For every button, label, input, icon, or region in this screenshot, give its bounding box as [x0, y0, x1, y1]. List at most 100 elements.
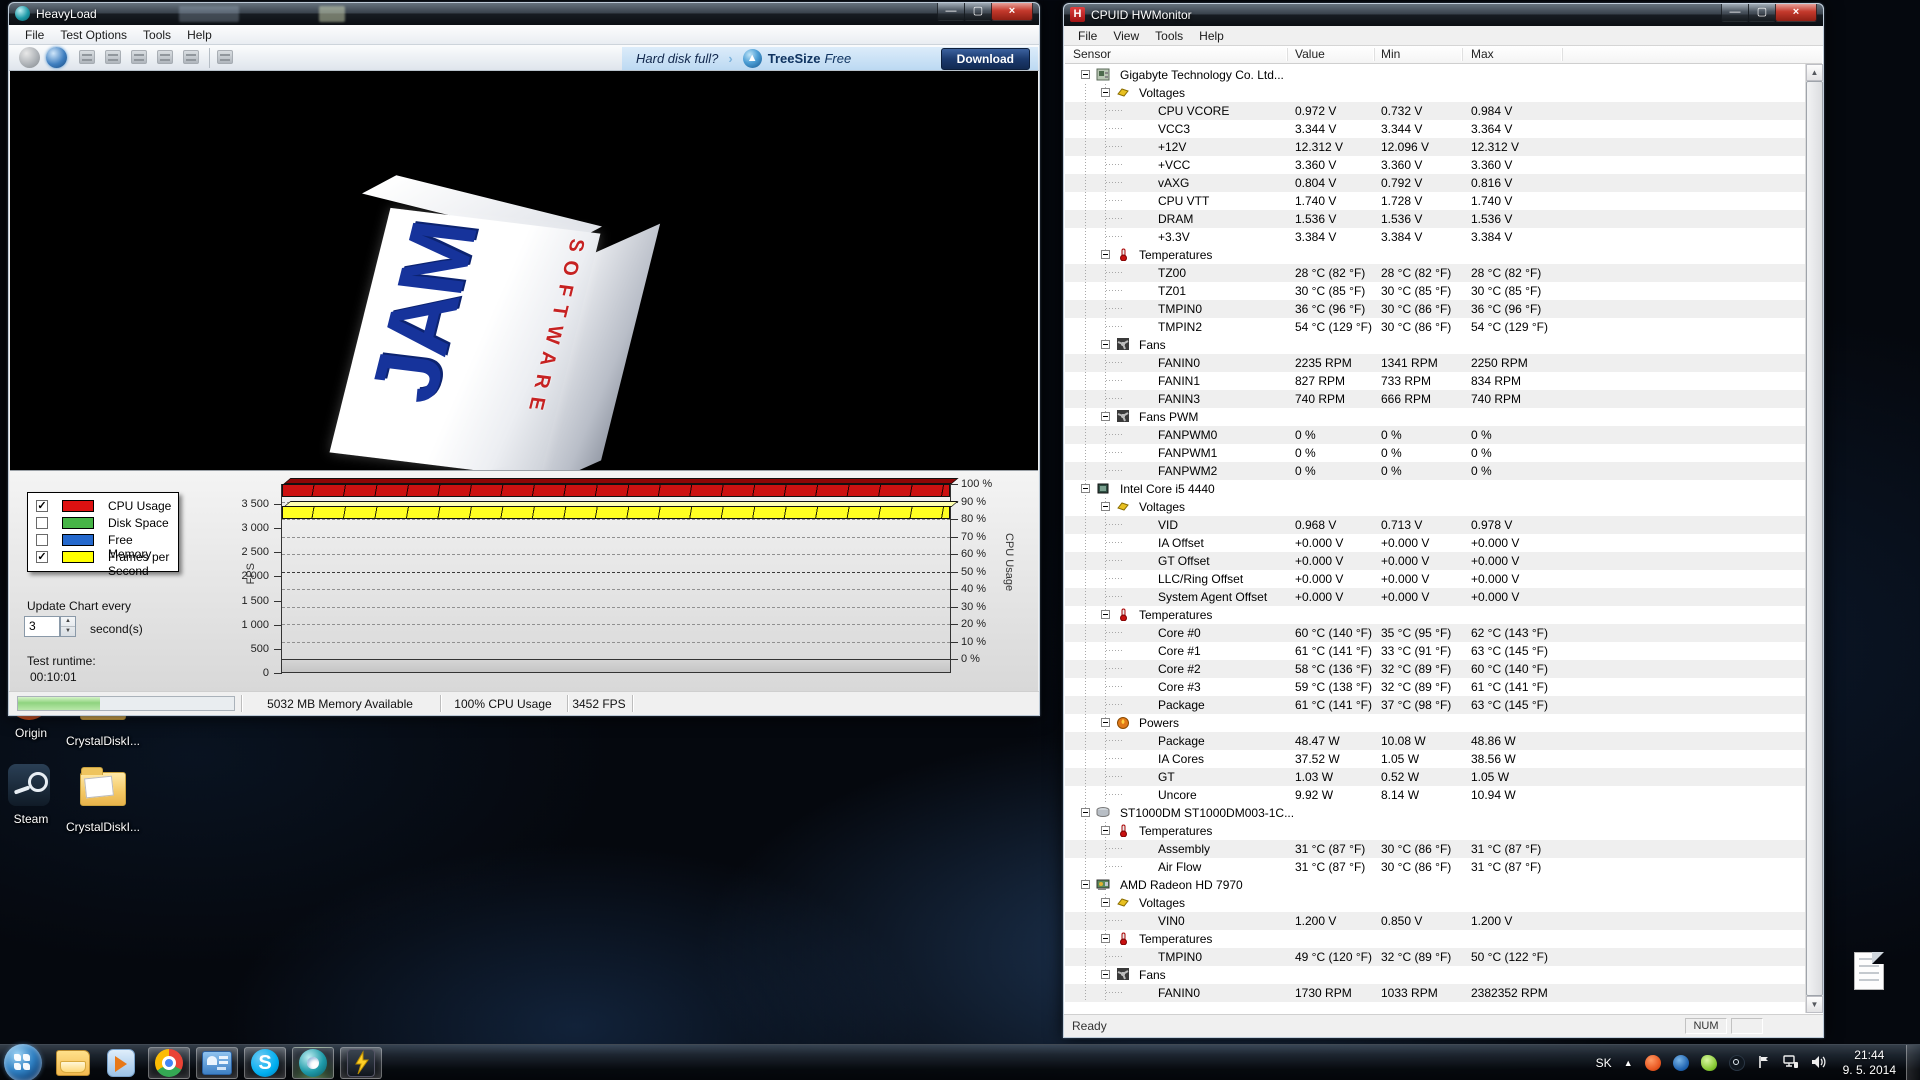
taskbar-button-chrome[interactable]	[148, 1047, 190, 1079]
sensor-row[interactable]: Intel Core i5 4440	[1065, 480, 1805, 498]
sensor-row[interactable]: Temperatures	[1065, 606, 1805, 624]
sensor-row[interactable]: Fans	[1065, 336, 1805, 354]
sensor-row[interactable]: AMD Radeon HD 7970	[1065, 876, 1805, 894]
sensor-row[interactable]: TZ0028 °C (82 °F)28 °C (82 °F)28 °C (82 …	[1065, 264, 1805, 282]
sensor-row[interactable]: Voltages	[1065, 498, 1805, 516]
simulate-users-icon[interactable]	[157, 50, 173, 64]
steam-tray-icon[interactable]	[1729, 1055, 1745, 1071]
column-divider[interactable]	[1374, 48, 1375, 61]
expand-collapse-toggle[interactable]	[1101, 970, 1110, 979]
scroll-up-icon[interactable]: ▲	[1806, 64, 1823, 81]
scroll-down-icon[interactable]: ▼	[1806, 996, 1823, 1013]
maximize-button[interactable]: ▢	[1748, 4, 1776, 22]
legend-checkbox[interactable]: ✓	[36, 500, 48, 512]
treesize-ad-banner[interactable]: Hard disk full? › ▲ TreeSizeFree Downloa…	[622, 47, 1038, 70]
desktop-icon-steam[interactable]: Steam	[0, 764, 68, 826]
sensor-row[interactable]: VCC33.344 V3.344 V3.364 V	[1065, 120, 1805, 138]
start-test-icon[interactable]	[19, 47, 40, 68]
expand-collapse-toggle[interactable]	[1101, 610, 1110, 619]
sensor-row[interactable]: FANIN3740 RPM666 RPM740 RPM	[1065, 390, 1805, 408]
taskbar-button-skype[interactable]: S	[244, 1047, 286, 1079]
sensor-row[interactable]: IA Cores37.52 W1.05 W38.56 W	[1065, 750, 1805, 768]
sensor-row[interactable]: TMPIN049 °C (120 °F)32 °C (89 °F)50 °C (…	[1065, 948, 1805, 966]
sensor-row[interactable]: Core #161 °C (141 °F)33 °C (91 °F)63 °C …	[1065, 642, 1805, 660]
stepper-up-icon[interactable]: ▲	[61, 617, 75, 627]
hwmonitor-menu-help[interactable]: Help	[1191, 26, 1232, 46]
sensor-row[interactable]: Air Flow31 °C (87 °F)30 °C (86 °F)31 °C …	[1065, 858, 1805, 876]
sensor-row[interactable]: CPU VTT1.740 V1.728 V1.740 V	[1065, 192, 1805, 210]
scrollbar-thumb[interactable]	[1806, 81, 1823, 996]
taskbar-button-explorer[interactable]	[52, 1047, 94, 1079]
action-center-flag-icon[interactable]	[1757, 1055, 1771, 1072]
sensor-row[interactable]: Gigabyte Technology Co. Ltd...	[1065, 66, 1805, 84]
column-header-value[interactable]: Value	[1295, 47, 1325, 61]
sensor-row[interactable]: Temperatures	[1065, 930, 1805, 948]
column-divider[interactable]	[1462, 48, 1463, 61]
sensor-row[interactable]: Uncore9.92 W8.14 W10.94 W	[1065, 786, 1805, 804]
interval-input[interactable]: 3	[24, 616, 60, 637]
taskbar-button-media-player[interactable]	[100, 1047, 142, 1079]
sensor-row[interactable]: FANIN1827 RPM733 RPM834 RPM	[1065, 372, 1805, 390]
sensor-row[interactable]: +3.3V3.384 V3.384 V3.384 V	[1065, 228, 1805, 246]
clock[interactable]: 21:44 9. 5. 2014	[1843, 1048, 1896, 1078]
minimize-button[interactable]: —	[1721, 4, 1749, 22]
green-app-tray-icon[interactable]	[1701, 1055, 1717, 1071]
stop-test-icon[interactable]	[46, 47, 67, 68]
legend-checkbox[interactable]	[36, 534, 48, 546]
minimize-button[interactable]: —	[937, 3, 965, 21]
interval-stepper[interactable]: ▲▼	[60, 616, 76, 637]
heavyload-menu-tools[interactable]: Tools	[135, 25, 179, 45]
sensor-row[interactable]: DRAM1.536 V1.536 V1.536 V	[1065, 210, 1805, 228]
hwmonitor-titlebar[interactable]: H CPUID HWMonitor — ▢ ×	[1064, 4, 1823, 26]
taskbar-button-system-monitor[interactable]	[196, 1047, 238, 1079]
sensor-row[interactable]: FANIN02235 RPM1341 RPM2250 RPM	[1065, 354, 1805, 372]
column-divider[interactable]	[1287, 48, 1288, 61]
sensor-row[interactable]: Fans PWM	[1065, 408, 1805, 426]
cpu-test-icon[interactable]	[79, 50, 95, 64]
expand-collapse-toggle[interactable]	[1101, 502, 1110, 511]
volume-icon[interactable]	[1811, 1055, 1827, 1072]
sensor-row[interactable]: Package61 °C (141 °F)37 °C (98 °F)63 °C …	[1065, 696, 1805, 714]
stepper-down-icon[interactable]: ▼	[61, 627, 75, 637]
heavyload-menu-help[interactable]: Help	[179, 25, 220, 45]
show-desktop-button[interactable]	[1906, 1045, 1920, 1080]
sensor-row[interactable]: TMPIN254 °C (129 °F)30 °C (86 °F)54 °C (…	[1065, 318, 1805, 336]
sensor-row[interactable]: VID0.968 V0.713 V0.978 V	[1065, 516, 1805, 534]
network-icon[interactable]	[1783, 1055, 1799, 1072]
sensor-tree[interactable]: Gigabyte Technology Co. Ltd... Voltages CP…	[1065, 64, 1805, 1013]
sensor-row[interactable]: TZ0130 °C (85 °F)30 °C (85 °F)30 °C (85 …	[1065, 282, 1805, 300]
sensor-row[interactable]: FANPWM00 %0 %0 %	[1065, 426, 1805, 444]
sensor-row[interactable]: Fans	[1065, 966, 1805, 984]
sensor-row[interactable]: GT1.03 W0.52 W1.05 W	[1065, 768, 1805, 786]
sensor-row[interactable]: ST1000DM ST1000DM003-1C...	[1065, 804, 1805, 822]
column-header-max[interactable]: Max	[1471, 47, 1494, 61]
blue-app-tray-icon[interactable]	[1673, 1055, 1689, 1071]
sensor-row[interactable]: Voltages	[1065, 894, 1805, 912]
column-header-sensor[interactable]: Sensor	[1073, 47, 1111, 61]
expand-collapse-toggle[interactable]	[1101, 718, 1110, 727]
sensor-row[interactable]: System Agent Offset+0.000 V+0.000 V+0.00…	[1065, 588, 1805, 606]
hwmonitor-window[interactable]: H CPUID HWMonitor — ▢ × FileViewToolsHel…	[1063, 3, 1824, 1038]
tools-icon[interactable]	[217, 50, 233, 64]
sensor-row[interactable]: FANIN01730 RPM1033 RPM2382352 RPM	[1065, 984, 1805, 1002]
column-header-row[interactable]: SensorValueMinMax	[1065, 46, 1822, 64]
expand-collapse-toggle[interactable]	[1101, 340, 1110, 349]
start-button[interactable]	[4, 1044, 42, 1080]
desktop-icon-crystaldisk-2[interactable]: CrystalDiskI...	[66, 764, 140, 834]
sensor-row[interactable]: vAXG0.804 V0.792 V0.816 V	[1065, 174, 1805, 192]
close-button[interactable]: ×	[991, 3, 1033, 21]
sensor-row[interactable]: Powers	[1065, 714, 1805, 732]
sensor-row[interactable]: GT Offset+0.000 V+0.000 V+0.000 V	[1065, 552, 1805, 570]
expand-collapse-toggle[interactable]	[1101, 826, 1110, 835]
expand-collapse-toggle[interactable]	[1081, 880, 1090, 889]
expand-collapse-toggle[interactable]	[1101, 88, 1110, 97]
sensor-row[interactable]: Core #359 °C (138 °F)32 °C (89 °F)61 °C …	[1065, 678, 1805, 696]
sensor-row[interactable]: Temperatures	[1065, 822, 1805, 840]
expand-collapse-toggle[interactable]	[1101, 250, 1110, 259]
hwmonitor-menu-view[interactable]: View	[1105, 26, 1147, 46]
sensor-row[interactable]: FANPWM10 %0 %0 %	[1065, 444, 1805, 462]
taskbar-button-hwmonitor[interactable]	[340, 1047, 382, 1079]
sensor-row[interactable]: CPU VCORE0.972 V0.732 V0.984 V	[1065, 102, 1805, 120]
sensor-row[interactable]: Assembly31 °C (87 °F)30 °C (86 °F)31 °C …	[1065, 840, 1805, 858]
expand-collapse-toggle[interactable]	[1101, 898, 1110, 907]
